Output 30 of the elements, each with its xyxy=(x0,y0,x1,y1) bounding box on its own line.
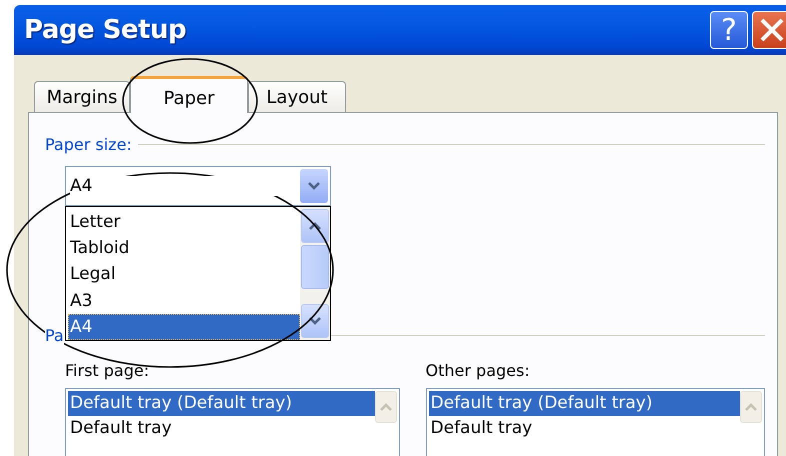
close-button[interactable] xyxy=(752,11,786,49)
chevron-up-icon xyxy=(378,402,393,412)
paper-size-dropdown[interactable]: A4 xyxy=(65,166,331,206)
chevron-up-icon xyxy=(744,402,758,412)
tab[interactable]: Layout xyxy=(248,81,346,112)
chevron-down-icon xyxy=(307,181,321,191)
list-item[interactable]: Default tray xyxy=(428,416,740,441)
list-label: Other pages: xyxy=(426,361,531,380)
list-item[interactable]: Default tray (Default tray) xyxy=(428,391,740,416)
list-item[interactable]: Default tray (Default tray) xyxy=(68,391,375,416)
dropdown-option[interactable]: A3 xyxy=(68,288,300,314)
dropdown-option[interactable]: Letter xyxy=(68,209,300,236)
dropdown-button[interactable] xyxy=(300,169,328,203)
close-icon xyxy=(759,17,785,43)
chevron-up-icon xyxy=(308,221,322,231)
dropdown-option[interactable]: Legal xyxy=(68,261,300,288)
section-label: Paper size: xyxy=(45,135,132,154)
window-title: Page Setup xyxy=(24,15,188,45)
dropdown-option[interactable]: Tabloid xyxy=(68,235,300,262)
list-label: First page: xyxy=(65,361,150,380)
list-item[interactable]: Default tray xyxy=(68,416,375,441)
help-button[interactable]: ? xyxy=(710,11,748,49)
chevron-down-icon xyxy=(308,316,322,326)
tab[interactable]: Paper xyxy=(130,76,248,113)
section-label: Pa xyxy=(45,326,64,345)
dropdown-option[interactable]: A4 xyxy=(68,314,300,340)
scrollbar[interactable] xyxy=(300,207,330,340)
tray-listbox[interactable]: Default tray (Default tray) Default tray xyxy=(65,388,400,456)
tab[interactable]: Margins xyxy=(34,81,130,112)
tray-listbox[interactable]: Default tray (Default tray) Default tray xyxy=(426,388,765,456)
